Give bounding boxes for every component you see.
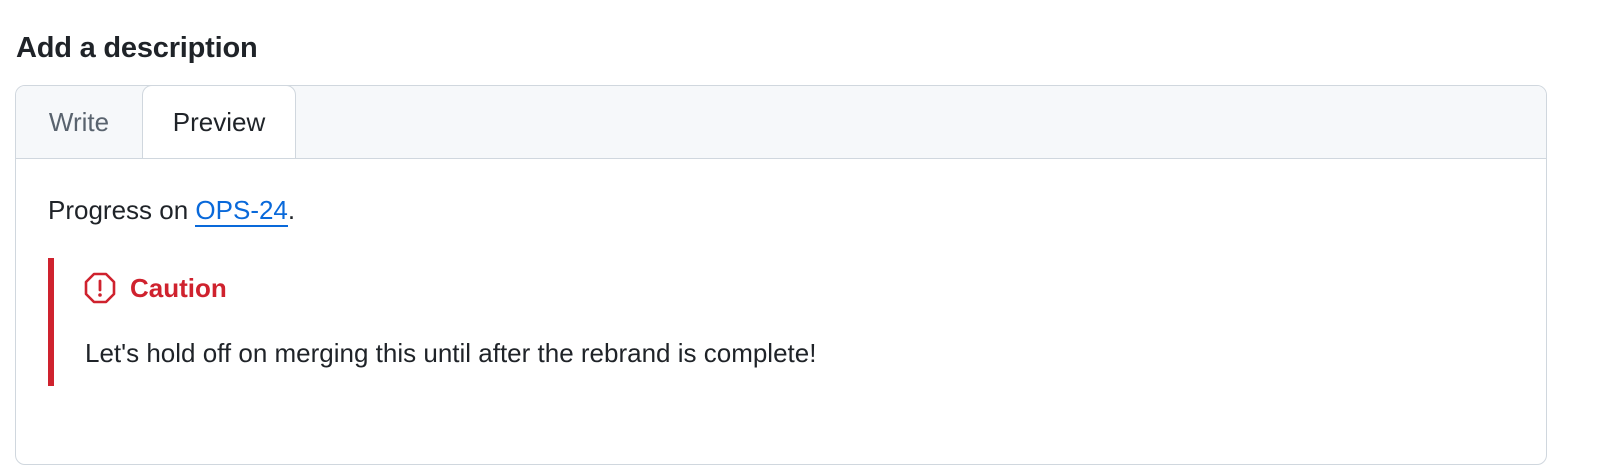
- tab-preview[interactable]: Preview: [142, 86, 296, 158]
- alert-title-label: Caution: [130, 273, 227, 303]
- paragraph-text: Progress on: [48, 195, 196, 225]
- section-heading: Add a description: [16, 32, 258, 64]
- alert-title: Caution: [84, 271, 227, 305]
- editor-tab-bar: Write Preview: [16, 86, 1546, 159]
- issue-link[interactable]: OPS-24: [195, 195, 288, 227]
- comment-editor: Write Preview Progress on OPS-24. Cautio…: [15, 85, 1547, 465]
- paragraph-suffix: .: [287, 195, 296, 225]
- preview-pane: Progress on OPS-24. Caution Let's hold o…: [16, 158, 1546, 464]
- stop-octagon-icon: [84, 272, 116, 304]
- preview-paragraph: Progress on OPS-24.: [48, 193, 295, 227]
- alert-text: Let's hold off on merging this until aft…: [85, 338, 817, 368]
- caution-alert: Caution Let's hold off on merging this u…: [48, 258, 1454, 386]
- tab-write[interactable]: Write: [16, 86, 142, 158]
